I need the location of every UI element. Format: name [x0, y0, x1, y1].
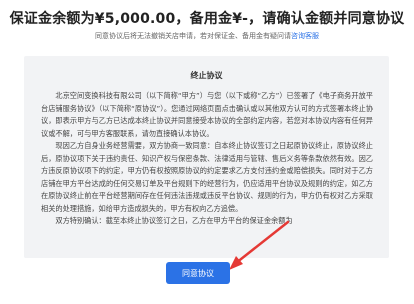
agree-button[interactable]: 同意协议 — [166, 262, 230, 284]
annotation-arrow-icon — [229, 220, 290, 270]
